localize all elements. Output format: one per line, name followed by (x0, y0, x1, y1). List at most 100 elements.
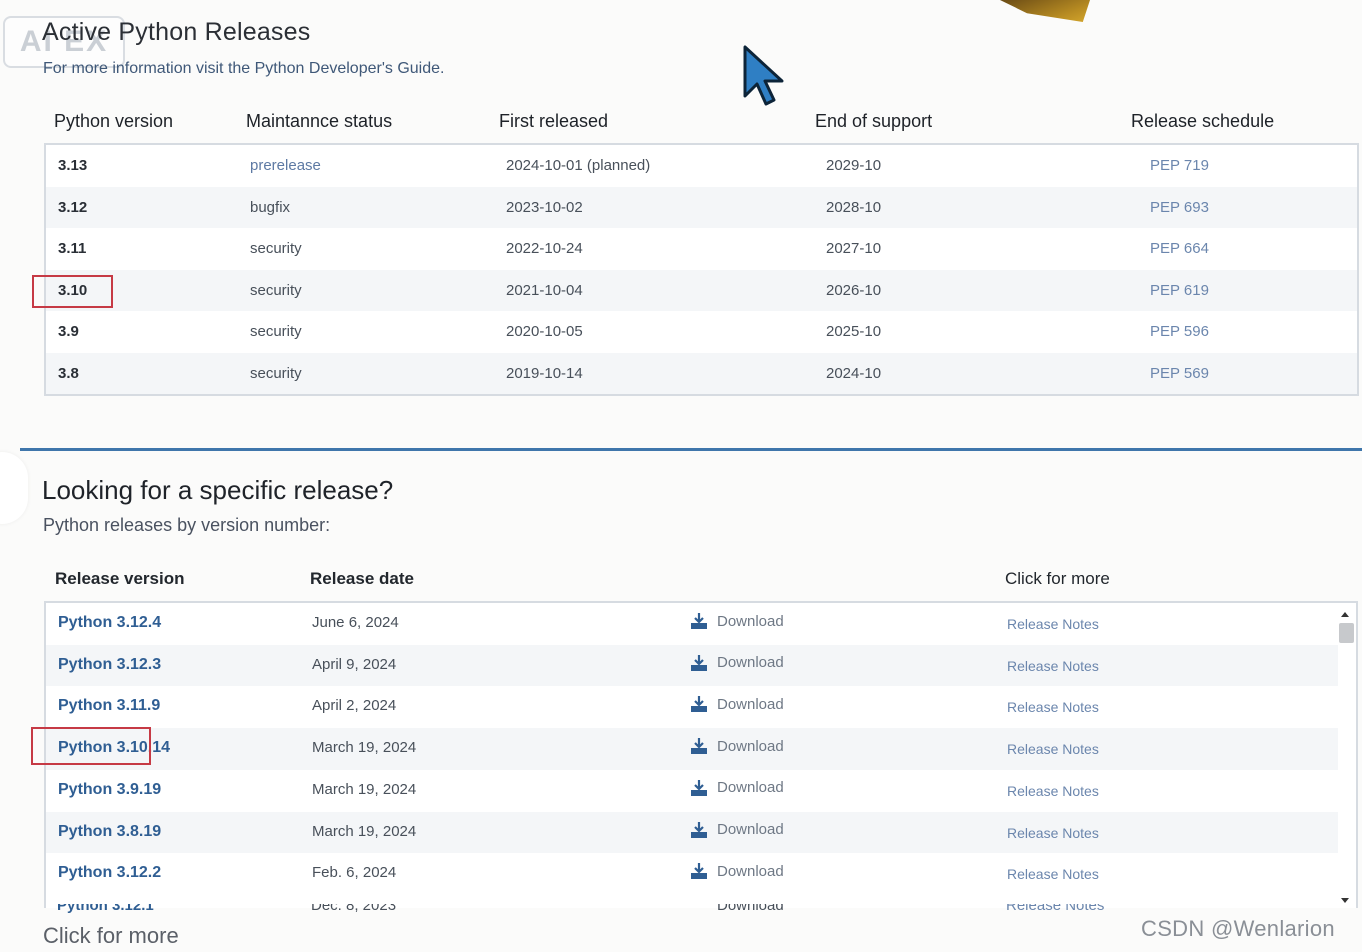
release-notes-link[interactable]: Release Notes (1007, 741, 1099, 757)
first-released: 2019-10-14 (506, 364, 583, 382)
release-link[interactable]: Python 3.12.1 (57, 904, 154, 914)
highlight-box-version (32, 275, 113, 308)
maintenance-status: prerelease (250, 157, 321, 174)
download-link[interactable]: Download (689, 737, 784, 755)
download-label: Download (717, 821, 784, 838)
release-link[interactable]: Python 3.8.19 (58, 823, 161, 841)
header-end-of-support: End of support (815, 111, 933, 131)
release-date: April 2, 2024 (312, 697, 397, 715)
list-item: Python 3.8.19 March 19, 2024 Download Re… (46, 811, 1338, 854)
download-label: Download (717, 779, 784, 797)
list-item-partial: Python 3.12.1 Dec. 8, 2023 Download Rele… (57, 904, 1337, 914)
first-released: 2023-10-02 (506, 198, 583, 216)
table-row: 3.11 security 2022-10-24 2027-10 PEP 664 (46, 228, 1357, 270)
list-item: Python 3.11.9 April 2, 2024 Download Rel… (46, 686, 1338, 728)
release-date: June 6, 2024 (312, 614, 399, 631)
download-link[interactable]: Download (689, 821, 784, 839)
maintenance-status: bugfix (250, 198, 291, 216)
release-notes-link[interactable]: Release Notes (1007, 866, 1099, 882)
python-version: 3.8 (58, 364, 79, 382)
release-notes-link[interactable]: Release Notes (1007, 616, 1099, 632)
corner-decoration (1000, 0, 1090, 22)
download-link[interactable]: Download (689, 779, 784, 797)
table-row: 3.10 security 2021-10-04 2026-10 PEP 619 (46, 269, 1357, 311)
release-schedule-link[interactable]: PEP 719 (1150, 157, 1209, 174)
download-link[interactable]: Download (689, 612, 784, 630)
release-schedule-link[interactable]: PEP 569 (1150, 365, 1209, 382)
maintenance-status: security (250, 281, 302, 299)
download-icon (691, 863, 707, 880)
end-of-support: 2026-10 (826, 281, 882, 299)
first-released: 2021-10-04 (506, 281, 583, 299)
end-of-support: 2027-10 (826, 240, 882, 257)
end-of-support: 2029-10 (826, 157, 882, 174)
download-icon (691, 779, 707, 796)
section-title: Looking for a specific release? (42, 475, 394, 505)
release-notes-link[interactable]: Release Notes (1007, 699, 1099, 715)
download-icon (691, 738, 707, 755)
release-notes-link[interactable]: Release Notes (1007, 783, 1099, 799)
click-for-more-link[interactable]: Click for more (43, 923, 179, 949)
release-schedule-link[interactable]: PEP 664 (1150, 240, 1209, 257)
release-link[interactable]: Python 3.11.9 (58, 697, 160, 715)
header-click-for-more: Click for more (1005, 569, 1110, 588)
mouse-pointer-icon (743, 45, 784, 106)
header-release-date: Release date (310, 569, 414, 588)
list-item: Python 3.12.2 Feb. 6, 2024 Download Rele… (46, 853, 1338, 895)
download-label: Download (717, 737, 784, 755)
scrollbar[interactable] (1336, 612, 1352, 906)
download-label: Download (717, 612, 784, 630)
release-date: March 19, 2024 (312, 780, 417, 798)
release-schedule-link[interactable]: PEP 596 (1150, 323, 1209, 340)
download-link[interactable]: Download (689, 862, 784, 880)
scrollbar-thumb[interactable] (1339, 623, 1354, 643)
side-tab[interactable] (0, 452, 28, 524)
download-label: Download (717, 862, 784, 880)
list-item: Python 3.12.4 June 6, 2024 Download Rele… (46, 603, 1338, 645)
download-label: Download (717, 695, 784, 713)
first-released: 2024-10-01 (planned) (506, 157, 651, 174)
download-link[interactable]: Download (689, 654, 784, 672)
header-python-version: Python version (54, 111, 174, 131)
release-link[interactable]: Python 3.12.3 (58, 656, 161, 674)
release-date: April 9, 2024 (312, 655, 397, 673)
python-version: 3.12 (58, 198, 88, 216)
release-notes-link[interactable]: Release Notes (1007, 658, 1099, 674)
release-link[interactable]: Python 3.12.4 (58, 614, 161, 632)
release-date: March 19, 2024 (312, 739, 417, 757)
end-of-support: 2024-10 (826, 364, 882, 382)
release-notes-link[interactable]: Release Notes (1006, 904, 1104, 914)
download-icon (691, 696, 707, 713)
download-icon (691, 613, 707, 629)
release-date: March 19, 2024 (312, 822, 417, 840)
download-icon (691, 654, 707, 671)
list-item: Python 3.10.14 March 19, 2024 Download R… (46, 728, 1338, 770)
release-notes-link[interactable]: Release Notes (1007, 825, 1099, 841)
download-label[interactable]: Download (717, 904, 784, 914)
table-row: 3.9 security 2020-10-05 2025-10 PEP 596 (46, 311, 1357, 353)
section-divider (20, 448, 1362, 451)
release-schedule-link[interactable]: PEP 619 (1150, 282, 1209, 299)
release-schedule-link[interactable]: PEP 693 (1150, 199, 1209, 216)
list-item: Python 3.9.19 March 19, 2024 Download Re… (46, 770, 1338, 812)
download-label: Download (717, 654, 784, 672)
scroll-up-arrow-icon[interactable] (1341, 612, 1349, 617)
release-link[interactable]: Python 3.12.2 (58, 864, 161, 882)
first-released: 2022-10-24 (506, 240, 583, 257)
download-link[interactable]: Download (689, 695, 784, 713)
header-release-schedule: Release schedule (1131, 111, 1275, 131)
end-of-support: 2028-10 (826, 198, 882, 216)
scroll-down-arrow-icon[interactable] (1341, 898, 1349, 903)
section-subtitle: Python releases by version number: (43, 515, 331, 535)
first-released: 2020-10-05 (506, 323, 583, 340)
release-date: Dec. 8, 2023 (311, 904, 397, 914)
download-icon (691, 821, 707, 838)
release-list: Python 3.12.4 June 6, 2024 Download Rele… (44, 601, 1358, 908)
release-date: Feb. 6, 2024 (312, 864, 397, 882)
page-subtitle[interactable]: For more information visit the Python De… (43, 60, 444, 78)
maintenance-status: security (250, 323, 302, 340)
header-maintenance-status: Maintannce status (246, 111, 393, 131)
release-link[interactable]: Python 3.9.19 (58, 781, 161, 799)
list-item: Python 3.12.3 April 9, 2024 Download Rel… (46, 644, 1338, 687)
table-row: 3.12 bugfix 2023-10-02 2028-10 PEP 693 (46, 186, 1357, 228)
